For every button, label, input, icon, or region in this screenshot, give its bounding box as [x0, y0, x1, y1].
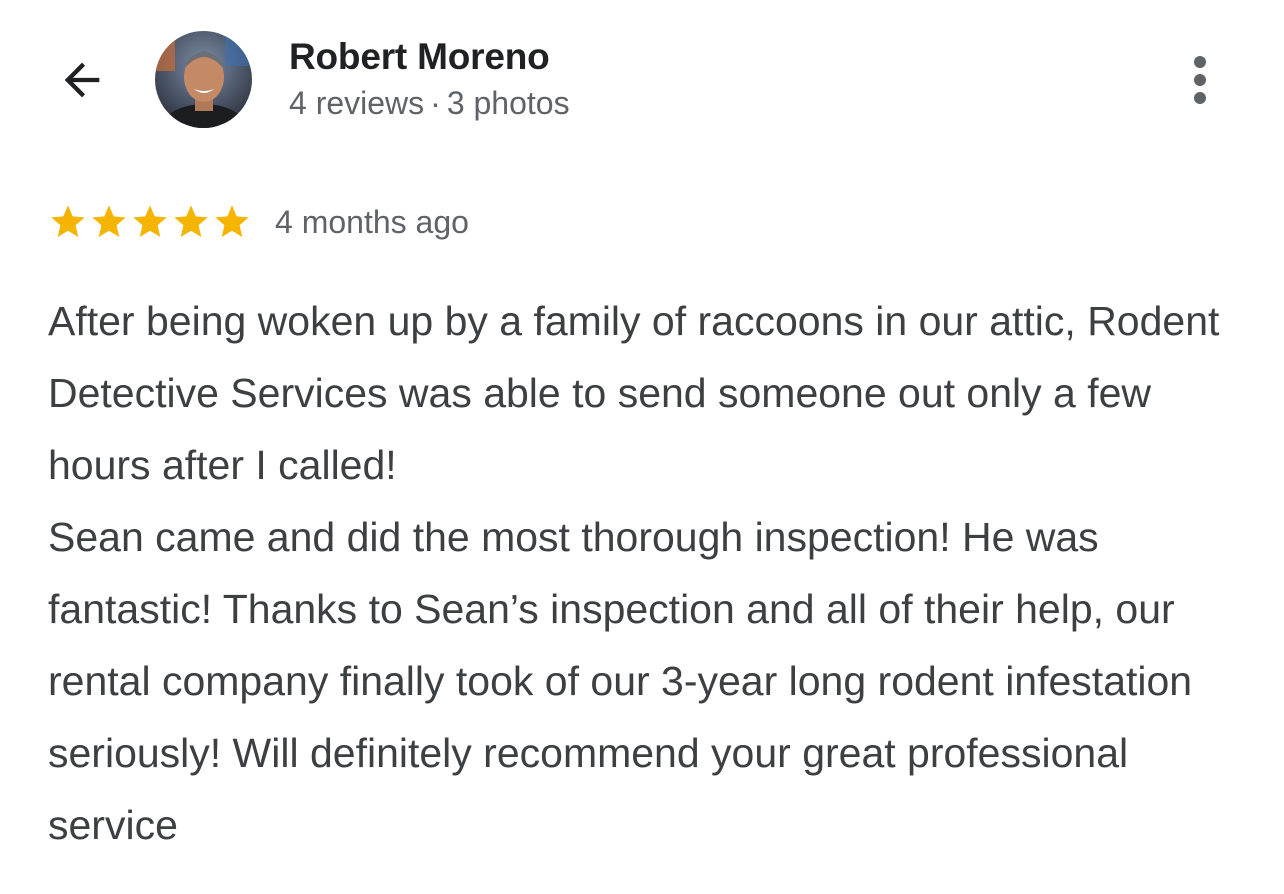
review-text: After being woken up by a family of racc…	[48, 285, 1248, 861]
star-icon	[133, 205, 167, 237]
star-icon	[92, 205, 126, 237]
review-rating-row: 4 months ago	[48, 198, 469, 246]
avatar[interactable]	[155, 31, 252, 128]
photos-count: 3 photos	[446, 85, 570, 121]
reviewer-stats: 4 reviews · 3 photos	[289, 85, 570, 122]
star-rating	[48, 202, 253, 242]
more-vert-icon-dot	[1194, 74, 1206, 86]
arrow-back-icon	[64, 62, 100, 98]
reviewer-name[interactable]: Robert Moreno	[289, 36, 550, 78]
more-vert-icon-dot	[1194, 92, 1206, 104]
back-button[interactable]	[50, 48, 114, 112]
meta-separator: ·	[430, 85, 441, 121]
star-icon	[174, 205, 208, 237]
more-vert-icon-dot	[1194, 56, 1206, 68]
review-date: 4 months ago	[275, 203, 469, 240]
star-icon	[51, 205, 85, 237]
reviewer-header: Robert Moreno 4 reviews · 3 photos	[0, 0, 1284, 160]
avatar-image	[155, 31, 252, 128]
star-icon	[215, 205, 249, 237]
more-options-button[interactable]	[1176, 50, 1224, 110]
review-paragraph: Sean came and did the most thorough insp…	[48, 514, 1193, 848]
reviews-count: 4 reviews	[289, 85, 425, 121]
review-paragraph: After being woken up by a family of racc…	[48, 298, 1220, 488]
